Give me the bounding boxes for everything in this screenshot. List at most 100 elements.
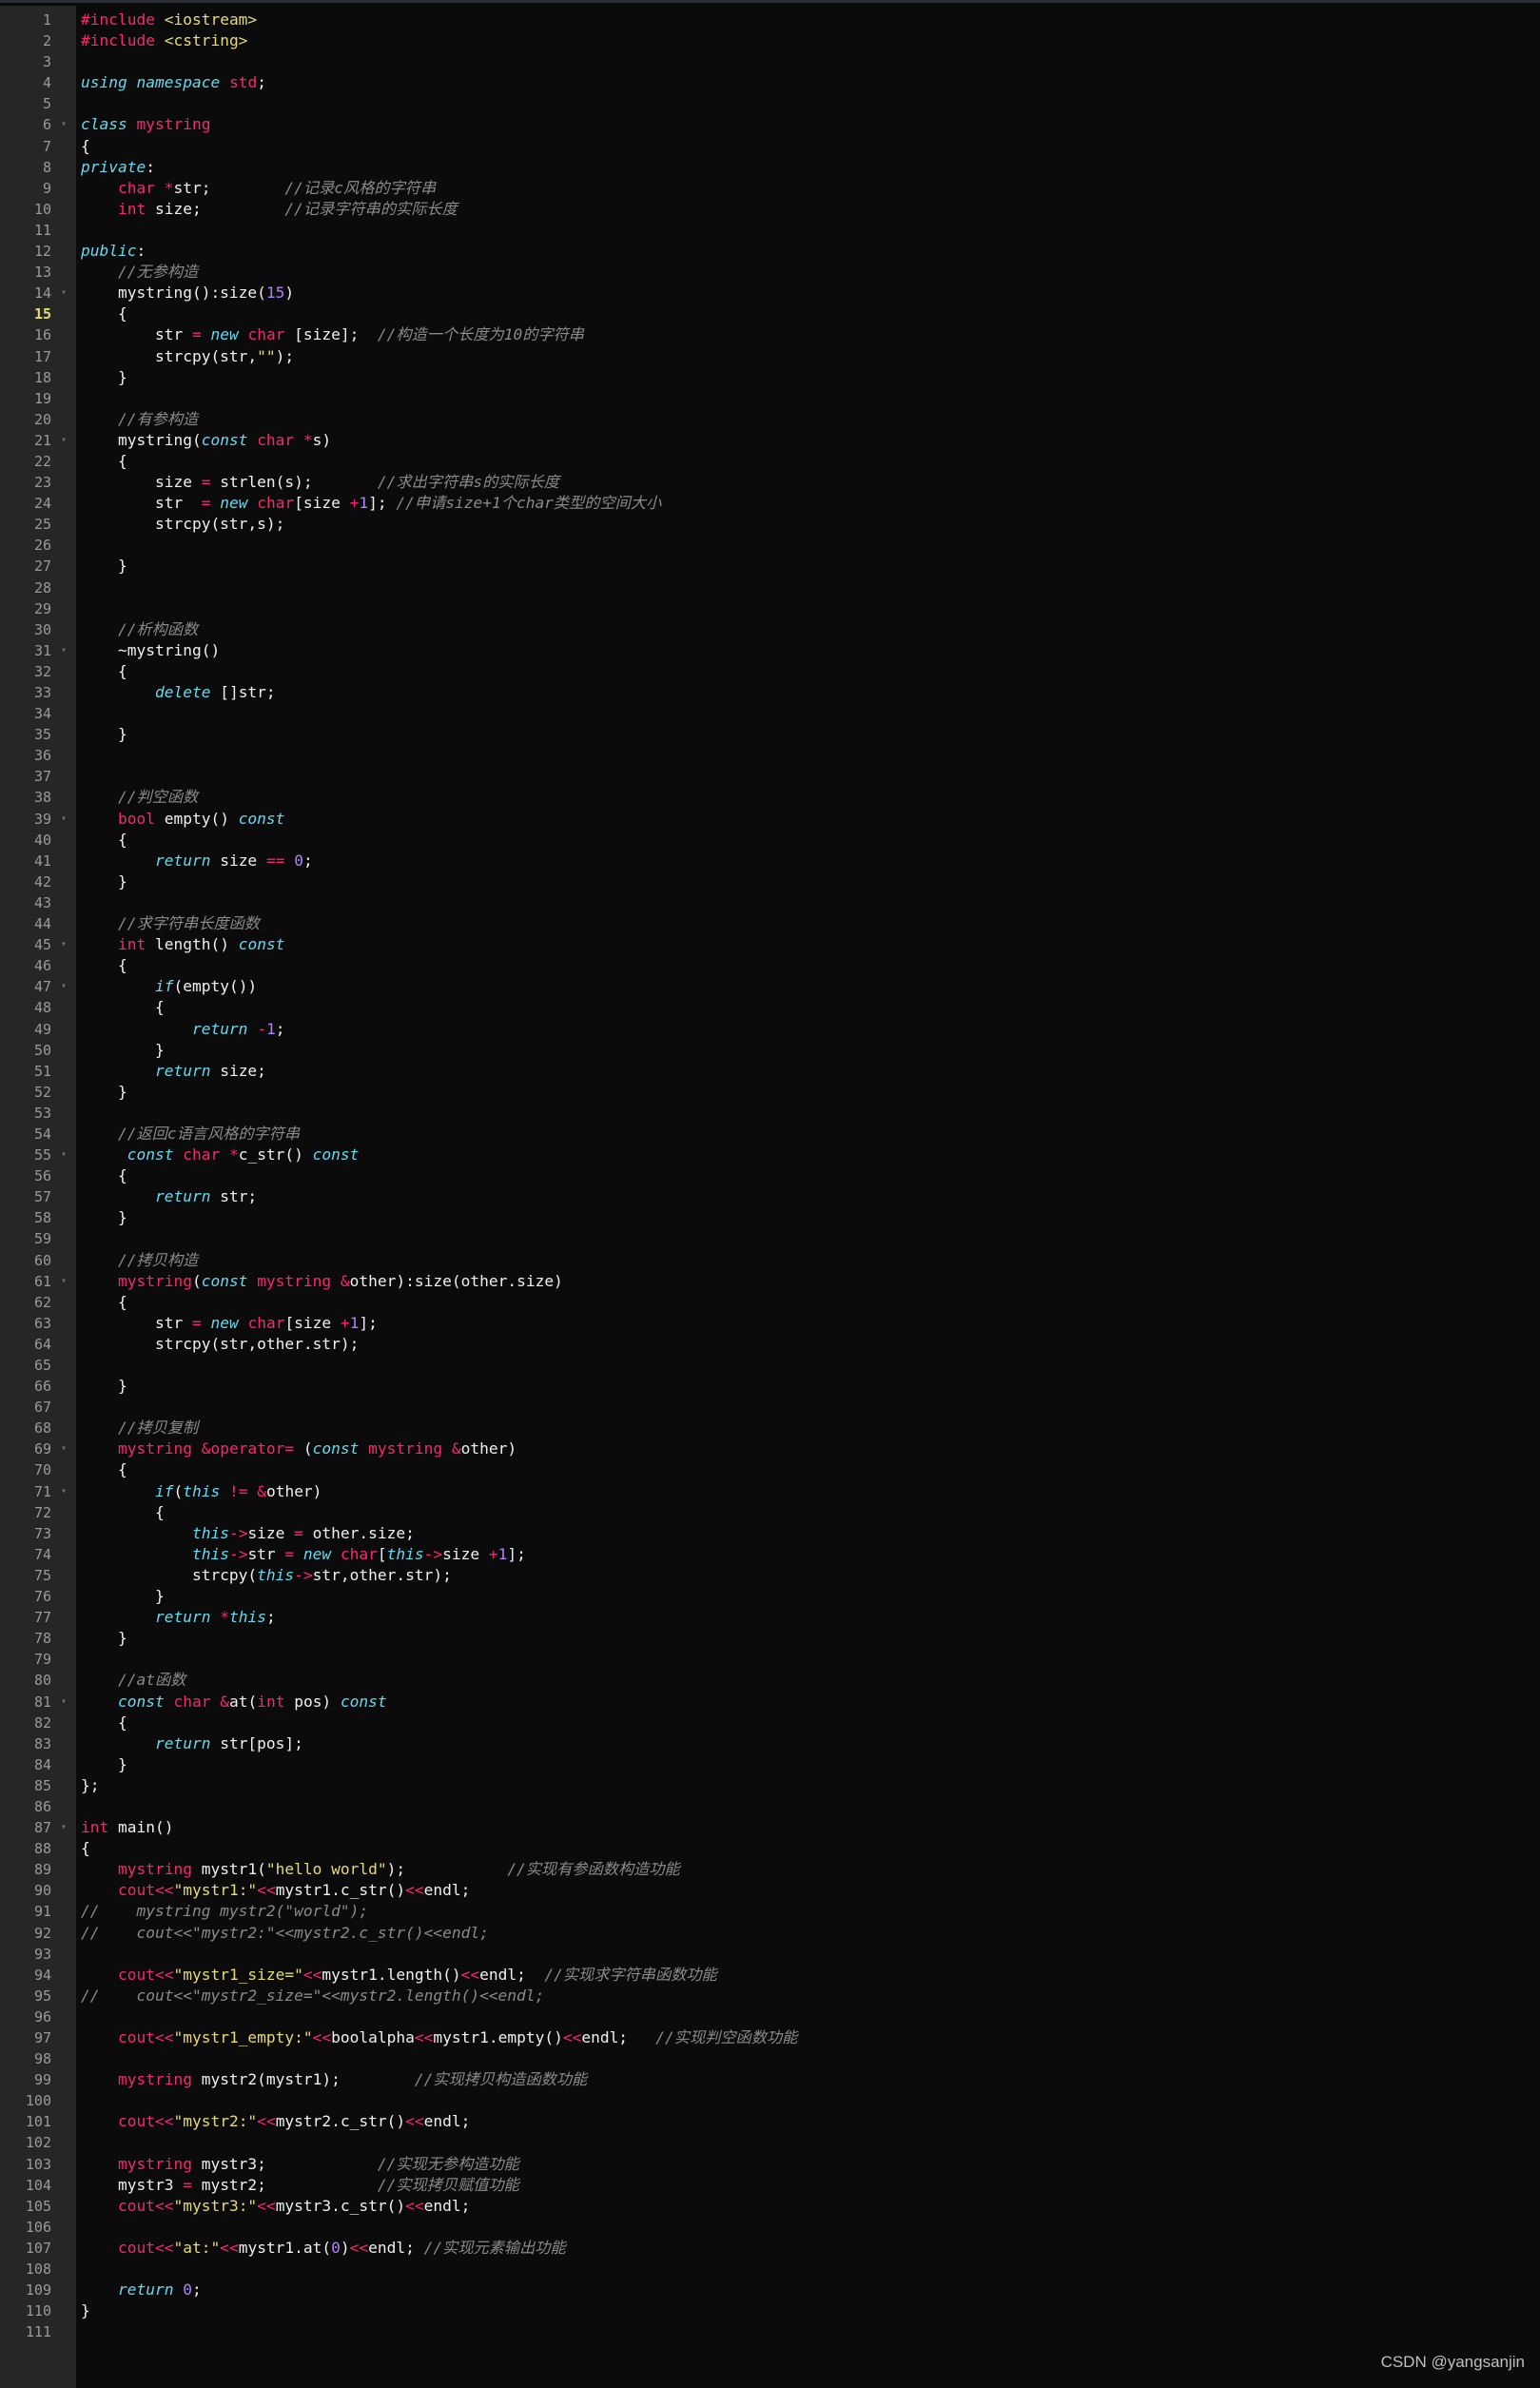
fold-arrow-icon[interactable]: ▾ (51, 1145, 76, 1165)
code-line[interactable]: 60 //拷贝构造 (0, 1250, 1540, 1271)
code-line[interactable]: 21 ▾ mystring(const char *s) (0, 430, 1540, 451)
code-line[interactable]: 61 ▾ mystring(const mystring &other):size… (0, 1271, 1540, 1292)
code-line[interactable]: 58 } (0, 1207, 1540, 1228)
code-line[interactable]: 7{ (0, 136, 1540, 157)
code-line[interactable]: 38 //判空函数 (0, 787, 1540, 808)
code-line[interactable]: 49 return -1; (0, 1019, 1540, 1040)
code-line[interactable]: 87 ▾ int main() (0, 1817, 1540, 1838)
code-line[interactable]: 40 { (0, 830, 1540, 851)
code-line[interactable]: 88 { (0, 1838, 1540, 1859)
code-line[interactable]: 85}; (0, 1775, 1540, 1796)
code-line[interactable]: 26 (0, 535, 1540, 556)
fold-arrow-icon[interactable]: ▾ (51, 283, 76, 303)
fold-arrow-icon[interactable]: ▾ (51, 1481, 76, 1502)
code-line[interactable]: 109 return 0; (0, 2280, 1540, 2300)
code-line[interactable]: 108 (0, 2259, 1540, 2280)
code-line[interactable]: 2 #include <cstring> (0, 30, 1540, 51)
code-line[interactable]: 93 (0, 1944, 1540, 1965)
code-line[interactable]: 71 ▾ if(this != &other) (0, 1481, 1540, 1502)
code-line[interactable]: 18 } (0, 367, 1540, 388)
code-line[interactable]: 51 return size; (0, 1061, 1540, 1082)
code-line[interactable]: 82 { (0, 1713, 1540, 1733)
code-line[interactable]: 91 // mystring mystr2("world"); (0, 1901, 1540, 1922)
code-line[interactable]: 75 strcpy(this->str,other.str); (0, 1565, 1540, 1586)
code-line[interactable]: 14 ▾ mystring():size(15) (0, 283, 1540, 303)
code-line[interactable]: 24 str = new char[size +1]; //申请size+1个c… (0, 493, 1540, 514)
code-line[interactable]: 19 (0, 388, 1540, 409)
code-line[interactable]: 29 (0, 598, 1540, 619)
code-line[interactable]: 81 ▾ const char &at(int pos) const (0, 1692, 1540, 1713)
code-line[interactable]: 95 // cout<<"mystr2_size="<<mystr2.length… (0, 1986, 1540, 2006)
fold-arrow-icon[interactable]: ▾ (51, 1271, 76, 1292)
code-line[interactable]: 13 //无参构造 (0, 262, 1540, 283)
code-line[interactable]: 4 using namespace std; (0, 72, 1540, 93)
code-line[interactable]: 97 cout<<"mystr1_empty:"<<boolalpha<<mys… (0, 2027, 1540, 2048)
code-line[interactable]: 32 { (0, 661, 1540, 682)
code-line[interactable]: 101 cout<<"mystr2:"<<mystr2.c_str()<<end… (0, 2111, 1540, 2132)
code-line[interactable]: 66 } (0, 1376, 1540, 1397)
code-line[interactable]: 31 ▾ ~mystring() (0, 640, 1540, 661)
code-line[interactable]: 105 cout<<"mystr3:"<<mystr3.c_str()<<end… (0, 2196, 1540, 2217)
code-line[interactable]: 68 //拷贝复制 (0, 1418, 1540, 1439)
code-line[interactable]: 77 return *this; (0, 1607, 1540, 1628)
code-line[interactable]: 22 { (0, 451, 1540, 472)
code-line[interactable]: 50 } (0, 1040, 1540, 1061)
code-line[interactable]: 107 cout<<"at:"<<mystr1.at(0)<<endl; //实… (0, 2238, 1540, 2259)
code-line[interactable]: 67 (0, 1397, 1540, 1418)
code-line[interactable]: 73 this->size = other.size; (0, 1523, 1540, 1544)
code-line[interactable]: 86 (0, 1796, 1540, 1817)
code-line[interactable]: 23 size = strlen(s); //求出字符串s的实际长度 (0, 472, 1540, 493)
code-line[interactable]: 3 (0, 51, 1540, 72)
code-line[interactable]: 48 { (0, 997, 1540, 1018)
code-line[interactable]: 63 str = new char[size +1]; (0, 1313, 1540, 1334)
code-line[interactable]: 33 delete []str; (0, 682, 1540, 703)
code-line[interactable]: 10 int size; //记录字符串的实际长度 (0, 199, 1540, 220)
fold-arrow-icon[interactable]: ▾ (51, 1692, 76, 1713)
fold-arrow-icon[interactable]: ▾ (51, 430, 76, 451)
code-line[interactable]: 92 // cout<<"mystr2:"<<mystr2.c_str()<<en… (0, 1923, 1540, 1944)
code-lines[interactable]: 1 #include <iostream> 2 #include <cstring> 3… (0, 10, 1540, 2342)
code-line[interactable]: 111 (0, 2321, 1540, 2342)
code-line[interactable]: 54 //返回c语言风格的字符串 (0, 1124, 1540, 1145)
code-line[interactable]: 80 //at函数 (0, 1670, 1540, 1691)
code-line[interactable]: 76 } (0, 1586, 1540, 1607)
code-line[interactable]: 41 return size == 0; (0, 851, 1540, 871)
code-line[interactable]: 90 cout<<"mystr1:"<<mystr1.c_str()<<endl… (0, 1880, 1540, 1901)
code-line[interactable]: 45 ▾ int length() const (0, 934, 1540, 955)
code-line[interactable]: 37 (0, 766, 1540, 787)
code-line[interactable]: 99 mystring mystr2(mystr1); //实现拷贝构造函数功能 (0, 2069, 1540, 2090)
code-line[interactable]: 96 (0, 2006, 1540, 2027)
code-line[interactable]: 72 { (0, 1502, 1540, 1523)
code-line[interactable]: 11 (0, 220, 1540, 241)
fold-arrow-icon[interactable]: ▾ (51, 640, 76, 661)
code-line[interactable]: 20 //有参构造 (0, 409, 1540, 430)
code-line[interactable]: 46 { (0, 955, 1540, 976)
code-line[interactable]: 42 } (0, 871, 1540, 892)
code-line[interactable]: 6 ▾ class mystring (0, 114, 1540, 135)
code-line[interactable]: 56 { (0, 1165, 1540, 1186)
code-line[interactable]: 74 this->str = new char[this->size +1]; (0, 1544, 1540, 1565)
code-line[interactable]: 65 (0, 1355, 1540, 1376)
code-line[interactable]: 55 ▾ const char *c_str() const (0, 1145, 1540, 1165)
code-line[interactable]: 69 ▾ mystring &operator= (const mystring … (0, 1439, 1540, 1459)
code-line[interactable]: 59 (0, 1228, 1540, 1249)
fold-arrow-icon[interactable]: ▾ (51, 934, 76, 955)
code-line[interactable]: 94 cout<<"mystr1_size="<<mystr1.length()… (0, 1965, 1540, 1986)
code-line[interactable]: 34 (0, 703, 1540, 724)
code-line[interactable]: 43 (0, 892, 1540, 913)
code-line[interactable]: 17 strcpy(str,""); (0, 346, 1540, 367)
code-line[interactable]: 84 } (0, 1754, 1540, 1775)
code-line[interactable]: 36 (0, 745, 1540, 766)
code-line[interactable]: 110} (0, 2300, 1540, 2321)
code-line[interactable]: 52 } (0, 1082, 1540, 1103)
code-line[interactable]: 98 (0, 2048, 1540, 2069)
code-line[interactable]: 5 (0, 93, 1540, 114)
code-line[interactable]: 53 (0, 1103, 1540, 1124)
code-line[interactable]: 15 { (0, 303, 1540, 324)
fold-arrow-icon[interactable]: ▾ (51, 1439, 76, 1459)
fold-arrow-icon[interactable]: ▾ (51, 114, 76, 135)
code-line[interactable]: 28 (0, 577, 1540, 598)
code-line[interactable]: 35 } (0, 724, 1540, 745)
code-line[interactable]: 12 public: (0, 241, 1540, 262)
code-line[interactable]: 30 //析构函数 (0, 619, 1540, 640)
